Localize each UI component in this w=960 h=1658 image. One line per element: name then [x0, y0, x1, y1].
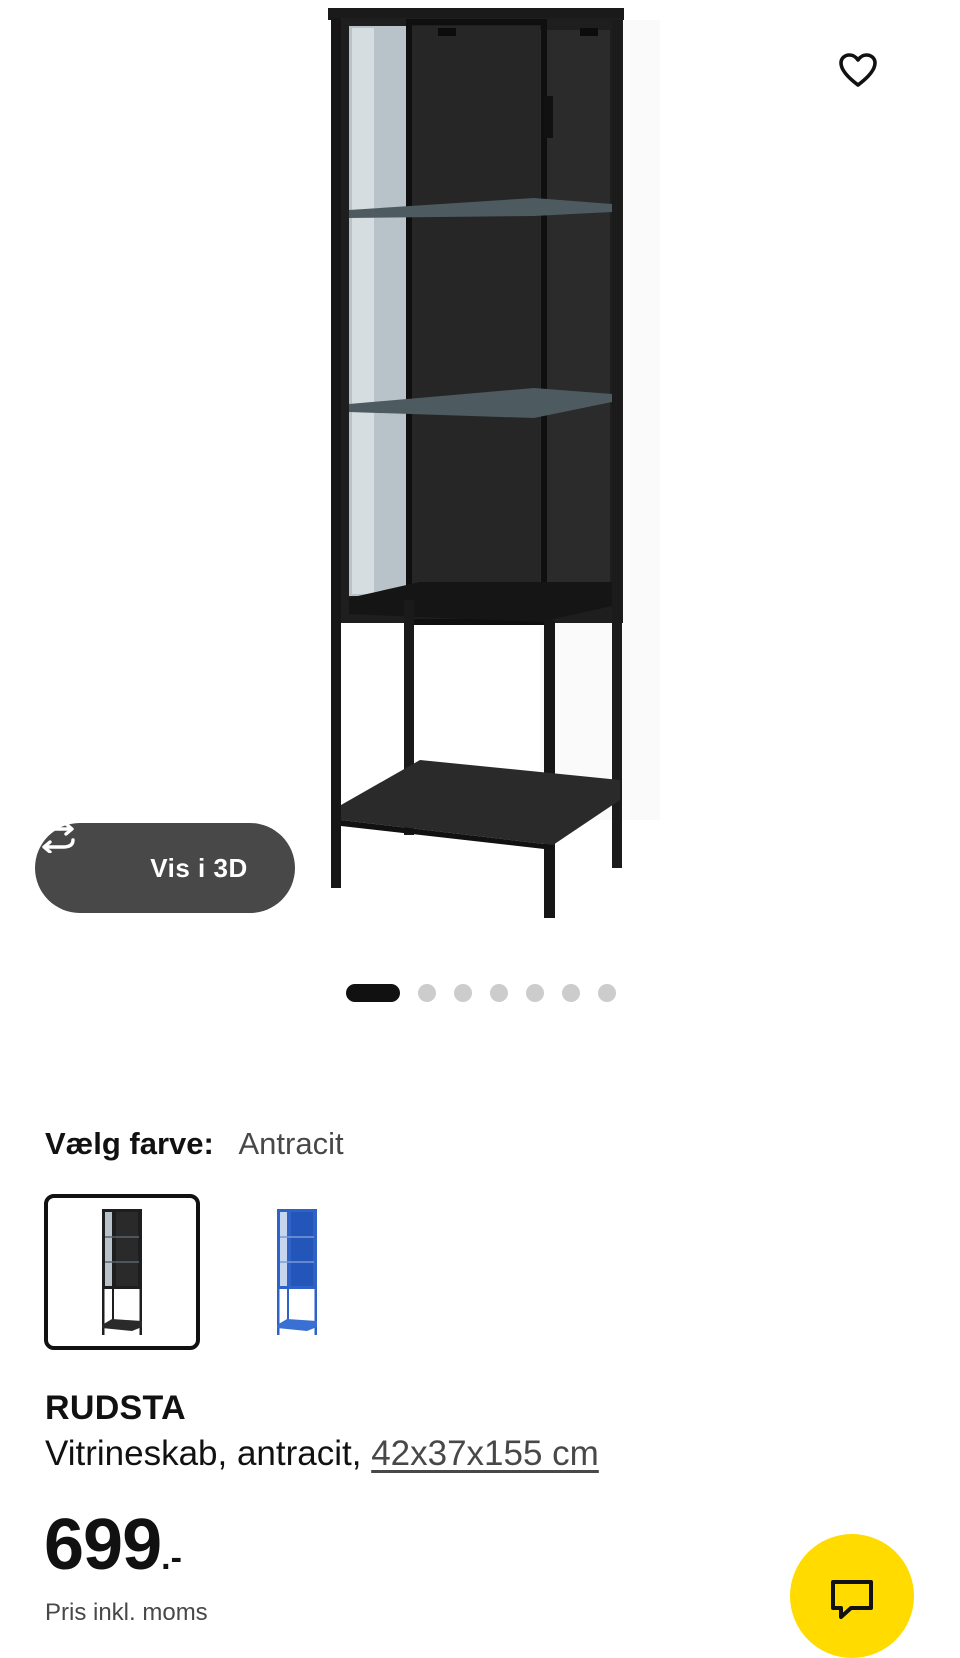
product-image-gallery[interactable]: Vis i 3D — [0, 0, 960, 940]
product-image — [328, 8, 660, 918]
rotate-arrows-icon — [41, 823, 128, 883]
chat-button[interactable] — [790, 1534, 914, 1658]
image-carousel-indicator — [346, 984, 616, 1002]
carousel-dot-active[interactable] — [346, 984, 400, 1002]
carousel-dot[interactable] — [562, 984, 580, 1002]
color-swatch-blue[interactable] — [219, 1194, 375, 1350]
carousel-dot[interactable] — [598, 984, 616, 1002]
price-amount: 699 — [44, 1505, 162, 1585]
product-description-text: Vitrineskab, antracit, — [45, 1434, 372, 1473]
carousel-dot[interactable] — [454, 984, 472, 1002]
price-note: Pris inkl. moms — [45, 1599, 208, 1626]
product-price: 699.- — [44, 1500, 182, 1603]
product-name: RUDSTA — [45, 1389, 186, 1427]
color-swatch-antracit[interactable] — [44, 1194, 200, 1350]
price-suffix: .- — [161, 1539, 182, 1577]
product-description: Vitrineskab, antracit, 42x37x155 cm — [45, 1432, 599, 1476]
color-selector-label: Vælg farve: — [45, 1126, 214, 1161]
view-in-3d-button[interactable]: Vis i 3D — [35, 823, 295, 913]
color-selector-heading: Vælg farve: Antracit — [45, 1124, 344, 1164]
view-in-3d-label: Vis i 3D — [150, 852, 248, 883]
carousel-dot[interactable] — [490, 984, 508, 1002]
carousel-dot[interactable] — [418, 984, 436, 1002]
swatch-thumbnail-antracit — [102, 1209, 142, 1335]
carousel-dot[interactable] — [526, 984, 544, 1002]
swatch-thumbnail-blue — [277, 1209, 317, 1335]
product-dimensions-link[interactable]: 42x37x155 cm — [371, 1434, 599, 1473]
selected-color-value: Antracit — [238, 1126, 344, 1161]
favourite-button[interactable] — [838, 52, 886, 100]
speech-bubble-icon — [831, 1580, 873, 1619]
heart-outline-icon — [839, 53, 877, 87]
